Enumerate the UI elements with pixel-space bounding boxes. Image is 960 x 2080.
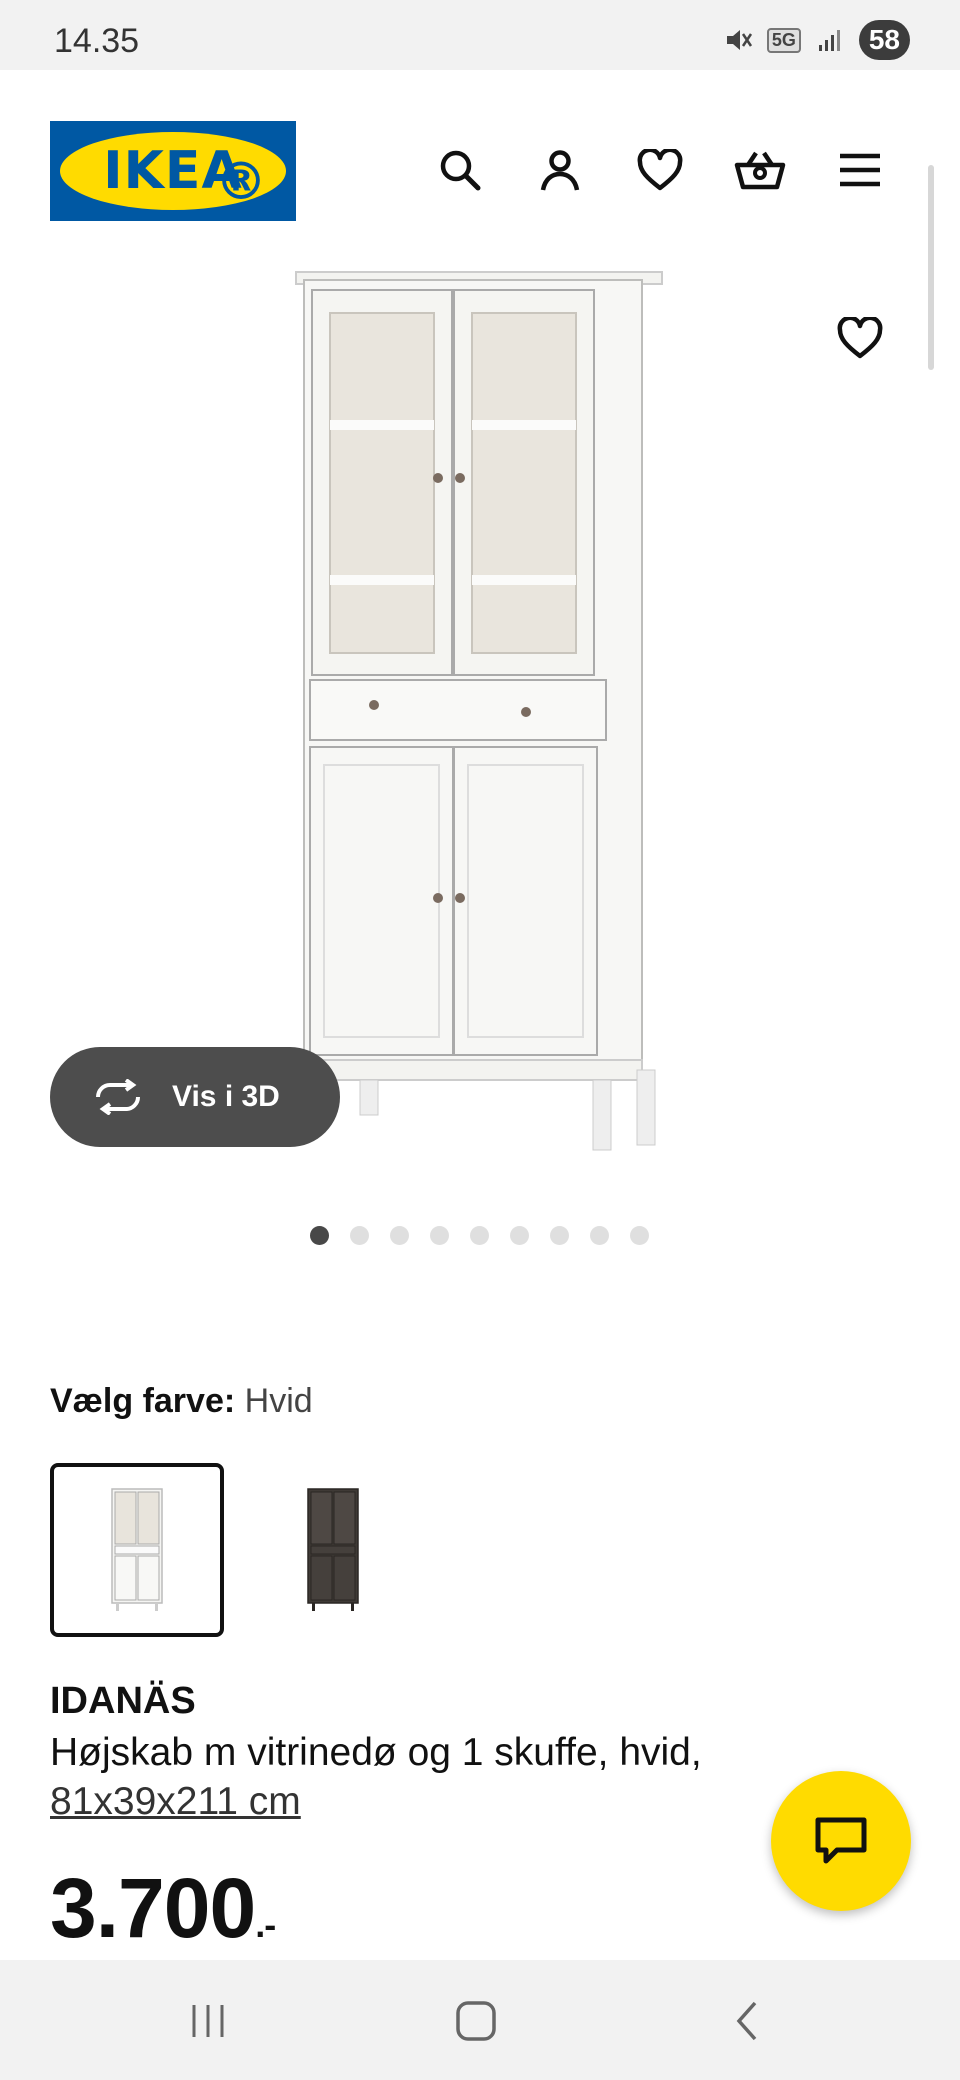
- signal-icon: [818, 30, 840, 51]
- battery-indicator: 58: [858, 20, 910, 60]
- status-time: 14.35: [54, 22, 140, 60]
- carousel-dot[interactable]: [470, 1226, 489, 1245]
- home-button[interactable]: [446, 1996, 506, 2046]
- back-button[interactable]: [716, 1996, 776, 2046]
- wishlist-button[interactable]: [630, 140, 690, 200]
- profile-icon: [540, 150, 580, 191]
- home-icon: [456, 2001, 496, 2041]
- product-description: Højskab m vitrinedø og 1 skuffe, hvid, 8…: [50, 1728, 790, 1826]
- carousel-dot[interactable]: [590, 1226, 609, 1245]
- rotate-3d-icon: [96, 1079, 140, 1115]
- carousel-dot[interactable]: [630, 1226, 649, 1245]
- carousel-dot[interactable]: [310, 1226, 329, 1245]
- mute-icon: [726, 30, 752, 50]
- color-label-text: Vælg farve:: [50, 1382, 236, 1420]
- color-option-white[interactable]: [50, 1463, 224, 1637]
- carousel-dot[interactable]: [550, 1226, 569, 1245]
- heart-icon: [637, 149, 683, 191]
- chat-icon: [815, 1817, 867, 1864]
- carousel-dot[interactable]: [510, 1226, 529, 1245]
- network-icon: 5G: [766, 27, 801, 53]
- profile-button[interactable]: [530, 140, 590, 200]
- white-cabinet-thumbnail: [111, 1488, 163, 1611]
- price-amount: 3.700: [50, 1861, 256, 1955]
- carousel-dot[interactable]: [430, 1226, 449, 1245]
- dark-cabinet-thumbnail: [307, 1488, 359, 1611]
- save-to-wishlist-button[interactable]: [830, 308, 890, 368]
- ikea-logo[interactable]: IKEA ®: [50, 121, 296, 221]
- product-brand: IDANÄS: [50, 1680, 196, 1722]
- scrollbar[interactable]: [928, 165, 934, 370]
- back-icon: [736, 2001, 757, 2041]
- price-suffix: .-: [255, 1904, 276, 1945]
- carousel-dot[interactable]: [350, 1226, 369, 1245]
- product-description-text: Højskab m vitrinedø og 1 skuffe, hvid,: [50, 1731, 702, 1774]
- product-image[interactable]: [280, 265, 680, 1190]
- status-bar: 14.35 5G 58: [0, 0, 960, 70]
- menu-icon: [840, 153, 880, 187]
- cabinet-illustration: [295, 271, 663, 1151]
- basket-button[interactable]: [730, 140, 790, 200]
- view-in-3d-button[interactable]: Vis i 3D: [50, 1047, 340, 1147]
- basket-icon: [734, 151, 786, 190]
- search-icon: [440, 150, 481, 191]
- status-icons: 5G 58: [723, 20, 910, 60]
- image-carousel-dots: [0, 1226, 960, 1246]
- recent-apps-icon: [192, 2005, 224, 2037]
- carousel-dot[interactable]: [390, 1226, 409, 1245]
- product-dimensions-link[interactable]: 81x39x211 cm: [50, 1780, 301, 1823]
- logo-ellipse: IKEA ®: [60, 132, 286, 212]
- recent-apps-button[interactable]: [178, 1996, 238, 2046]
- product-price: 3.700.-: [50, 1860, 276, 1957]
- color-option-dark-brown[interactable]: [246, 1463, 420, 1637]
- search-button[interactable]: [430, 140, 490, 200]
- view-in-3d-label: Vis i 3D: [172, 1080, 280, 1113]
- chat-button[interactable]: [771, 1771, 911, 1911]
- color-selector-label: Vælg farve: Hvid: [50, 1382, 313, 1421]
- registered-mark-icon: ®: [215, 152, 268, 212]
- menu-button[interactable]: [830, 140, 890, 200]
- system-navigation-bar: [0, 1960, 960, 2080]
- selected-color-value: Hvid: [244, 1382, 313, 1420]
- heart-icon: [837, 317, 883, 359]
